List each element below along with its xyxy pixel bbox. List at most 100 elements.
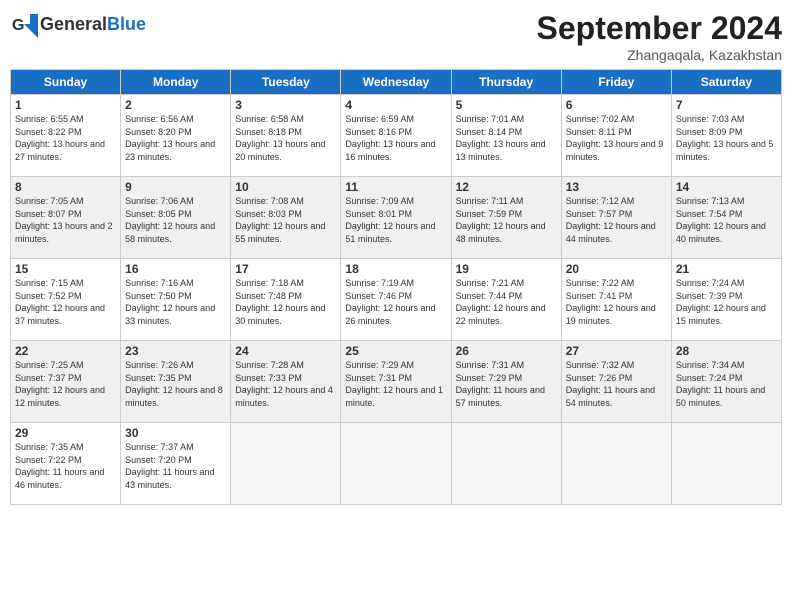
day-number: 4 (345, 98, 446, 112)
day-info: Sunrise: 7:03 AMSunset: 8:09 PMDaylight:… (676, 113, 777, 163)
calendar-day-cell: 19 Sunrise: 7:21 AMSunset: 7:44 PMDaylig… (451, 259, 561, 341)
title-block: September 2024 Zhangaqala, Kazakhstan (537, 10, 782, 63)
day-info: Sunrise: 7:11 AMSunset: 7:59 PMDaylight:… (456, 195, 557, 245)
logo: G GeneralBlue (10, 10, 146, 38)
calendar-day-cell (231, 423, 341, 505)
day-info: Sunrise: 7:24 AMSunset: 7:39 PMDaylight:… (676, 277, 777, 327)
day-info: Sunrise: 7:13 AMSunset: 7:54 PMDaylight:… (676, 195, 777, 245)
day-number: 7 (676, 98, 777, 112)
calendar-week-row: 29 Sunrise: 7:35 AMSunset: 7:22 PMDaylig… (11, 423, 782, 505)
day-number: 8 (15, 180, 116, 194)
day-info: Sunrise: 6:58 AMSunset: 8:18 PMDaylight:… (235, 113, 336, 163)
col-sunday: Sunday (11, 70, 121, 95)
calendar-day-cell: 24 Sunrise: 7:28 AMSunset: 7:33 PMDaylig… (231, 341, 341, 423)
calendar-day-cell: 20 Sunrise: 7:22 AMSunset: 7:41 PMDaylig… (561, 259, 671, 341)
day-info: Sunrise: 7:21 AMSunset: 7:44 PMDaylight:… (456, 277, 557, 327)
day-number: 9 (125, 180, 226, 194)
logo-blue-text: Blue (107, 14, 146, 34)
day-info: Sunrise: 7:28 AMSunset: 7:33 PMDaylight:… (235, 359, 336, 409)
day-number: 2 (125, 98, 226, 112)
calendar-day-cell: 14 Sunrise: 7:13 AMSunset: 7:54 PMDaylig… (671, 177, 781, 259)
calendar-day-cell: 5 Sunrise: 7:01 AMSunset: 8:14 PMDayligh… (451, 95, 561, 177)
calendar-day-cell: 10 Sunrise: 7:08 AMSunset: 8:03 PMDaylig… (231, 177, 341, 259)
col-wednesday: Wednesday (341, 70, 451, 95)
day-info: Sunrise: 7:29 AMSunset: 7:31 PMDaylight:… (345, 359, 446, 409)
col-friday: Friday (561, 70, 671, 95)
calendar-day-cell: 18 Sunrise: 7:19 AMSunset: 7:46 PMDaylig… (341, 259, 451, 341)
calendar-day-cell: 28 Sunrise: 7:34 AMSunset: 7:24 PMDaylig… (671, 341, 781, 423)
svg-text:G: G (12, 17, 24, 34)
day-info: Sunrise: 7:02 AMSunset: 8:11 PMDaylight:… (566, 113, 667, 163)
calendar-day-cell: 21 Sunrise: 7:24 AMSunset: 7:39 PMDaylig… (671, 259, 781, 341)
day-info: Sunrise: 7:22 AMSunset: 7:41 PMDaylight:… (566, 277, 667, 327)
day-info: Sunrise: 7:19 AMSunset: 7:46 PMDaylight:… (345, 277, 446, 327)
calendar-day-cell: 29 Sunrise: 7:35 AMSunset: 7:22 PMDaylig… (11, 423, 121, 505)
month-title: September 2024 (537, 10, 782, 47)
day-number: 25 (345, 344, 446, 358)
day-info: Sunrise: 6:55 AMSunset: 8:22 PMDaylight:… (15, 113, 116, 163)
calendar-day-cell: 8 Sunrise: 7:05 AMSunset: 8:07 PMDayligh… (11, 177, 121, 259)
day-number: 14 (676, 180, 777, 194)
calendar-day-cell: 27 Sunrise: 7:32 AMSunset: 7:26 PMDaylig… (561, 341, 671, 423)
calendar-day-cell: 3 Sunrise: 6:58 AMSunset: 8:18 PMDayligh… (231, 95, 341, 177)
day-number: 28 (676, 344, 777, 358)
calendar-day-cell: 30 Sunrise: 7:37 AMSunset: 7:20 PMDaylig… (121, 423, 231, 505)
calendar-week-row: 8 Sunrise: 7:05 AMSunset: 8:07 PMDayligh… (11, 177, 782, 259)
day-info: Sunrise: 7:34 AMSunset: 7:24 PMDaylight:… (676, 359, 777, 409)
calendar-day-cell: 6 Sunrise: 7:02 AMSunset: 8:11 PMDayligh… (561, 95, 671, 177)
day-info: Sunrise: 7:08 AMSunset: 8:03 PMDaylight:… (235, 195, 336, 245)
day-number: 15 (15, 262, 116, 276)
col-thursday: Thursday (451, 70, 561, 95)
calendar-week-row: 1 Sunrise: 6:55 AMSunset: 8:22 PMDayligh… (11, 95, 782, 177)
day-info: Sunrise: 7:26 AMSunset: 7:35 PMDaylight:… (125, 359, 226, 409)
day-number: 27 (566, 344, 667, 358)
calendar-day-cell: 7 Sunrise: 7:03 AMSunset: 8:09 PMDayligh… (671, 95, 781, 177)
logo-icon: G (10, 10, 38, 38)
col-tuesday: Tuesday (231, 70, 341, 95)
calendar-day-cell: 26 Sunrise: 7:31 AMSunset: 7:29 PMDaylig… (451, 341, 561, 423)
day-info: Sunrise: 6:59 AMSunset: 8:16 PMDaylight:… (345, 113, 446, 163)
day-number: 11 (345, 180, 446, 194)
day-info: Sunrise: 7:12 AMSunset: 7:57 PMDaylight:… (566, 195, 667, 245)
day-info: Sunrise: 7:25 AMSunset: 7:37 PMDaylight:… (15, 359, 116, 409)
calendar-day-cell (671, 423, 781, 505)
day-info: Sunrise: 7:31 AMSunset: 7:29 PMDaylight:… (456, 359, 557, 409)
calendar-week-row: 22 Sunrise: 7:25 AMSunset: 7:37 PMDaylig… (11, 341, 782, 423)
logo-general-text: General (40, 14, 107, 34)
day-number: 23 (125, 344, 226, 358)
col-saturday: Saturday (671, 70, 781, 95)
day-info: Sunrise: 7:01 AMSunset: 8:14 PMDaylight:… (456, 113, 557, 163)
location: Zhangaqala, Kazakhstan (537, 47, 782, 63)
day-number: 1 (15, 98, 116, 112)
day-number: 21 (676, 262, 777, 276)
day-info: Sunrise: 7:32 AMSunset: 7:26 PMDaylight:… (566, 359, 667, 409)
calendar-day-cell: 22 Sunrise: 7:25 AMSunset: 7:37 PMDaylig… (11, 341, 121, 423)
calendar-day-cell: 12 Sunrise: 7:11 AMSunset: 7:59 PMDaylig… (451, 177, 561, 259)
day-number: 10 (235, 180, 336, 194)
day-number: 30 (125, 426, 226, 440)
day-number: 22 (15, 344, 116, 358)
day-number: 29 (15, 426, 116, 440)
day-number: 16 (125, 262, 226, 276)
calendar-day-cell: 17 Sunrise: 7:18 AMSunset: 7:48 PMDaylig… (231, 259, 341, 341)
calendar-day-cell: 11 Sunrise: 7:09 AMSunset: 8:01 PMDaylig… (341, 177, 451, 259)
page-header: G GeneralBlue September 2024 Zhangaqala,… (10, 10, 782, 63)
calendar-day-cell: 9 Sunrise: 7:06 AMSunset: 8:05 PMDayligh… (121, 177, 231, 259)
calendar-day-cell: 13 Sunrise: 7:12 AMSunset: 7:57 PMDaylig… (561, 177, 671, 259)
day-info: Sunrise: 7:35 AMSunset: 7:22 PMDaylight:… (15, 441, 116, 491)
calendar-day-cell: 1 Sunrise: 6:55 AMSunset: 8:22 PMDayligh… (11, 95, 121, 177)
day-number: 24 (235, 344, 336, 358)
calendar-day-cell: 16 Sunrise: 7:16 AMSunset: 7:50 PMDaylig… (121, 259, 231, 341)
day-number: 17 (235, 262, 336, 276)
day-number: 5 (456, 98, 557, 112)
day-info: Sunrise: 7:18 AMSunset: 7:48 PMDaylight:… (235, 277, 336, 327)
day-info: Sunrise: 7:05 AMSunset: 8:07 PMDaylight:… (15, 195, 116, 245)
calendar-day-cell (561, 423, 671, 505)
day-number: 18 (345, 262, 446, 276)
calendar-day-cell: 25 Sunrise: 7:29 AMSunset: 7:31 PMDaylig… (341, 341, 451, 423)
calendar-day-cell: 15 Sunrise: 7:15 AMSunset: 7:52 PMDaylig… (11, 259, 121, 341)
day-info: Sunrise: 7:09 AMSunset: 8:01 PMDaylight:… (345, 195, 446, 245)
day-number: 12 (456, 180, 557, 194)
calendar-day-cell (451, 423, 561, 505)
calendar-day-cell: 23 Sunrise: 7:26 AMSunset: 7:35 PMDaylig… (121, 341, 231, 423)
